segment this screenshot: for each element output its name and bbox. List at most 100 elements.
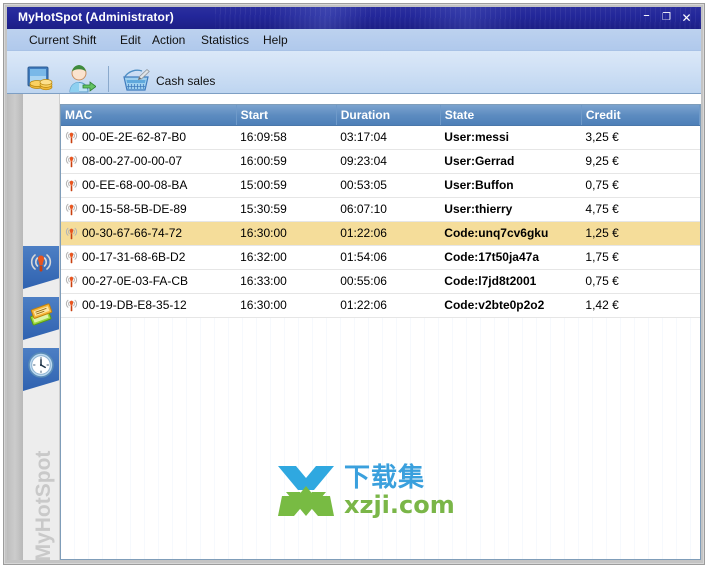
- table-header-row: MAC Start Duration State Credit: [61, 105, 700, 126]
- window-title: MyHotSpot (Administrator): [18, 10, 174, 24]
- wifi-antenna-icon: [65, 203, 78, 215]
- menu-item-current-shift[interactable]: Current Shift: [26, 32, 99, 48]
- toolbar: [7, 51, 701, 94]
- cell-duration: 00:53:05: [336, 173, 441, 198]
- application-window: MyHotSpot (Administrator) – ❐ ✕ Current …: [3, 3, 705, 565]
- shopping-basket-icon[interactable]: [122, 68, 150, 92]
- wifi-antenna-icon: [65, 251, 78, 263]
- cell-duration: 06:07:10: [336, 197, 441, 222]
- cell-mac: 00-17-31-68-6B-D2: [61, 245, 237, 270]
- close-button[interactable]: ✕: [679, 11, 694, 25]
- cell-start: 15:00:59: [236, 173, 337, 198]
- cell-state: Code:v2bte0p2o2: [440, 293, 582, 318]
- menu-item-edit[interactable]: Edit: [117, 32, 144, 48]
- cell-start: 16:32:00: [236, 245, 337, 270]
- table-row[interactable]: 00-19-DB-E8-35-12 16:30:00 01:22:06 Code…: [61, 293, 700, 318]
- cell-credit: 9,25 €: [581, 149, 700, 174]
- cell-start: 16:33:00: [236, 269, 337, 294]
- column-header-state[interactable]: State: [440, 105, 582, 126]
- tickets-icon: [30, 303, 53, 326]
- cell-state: Code:l7jd8t2001: [440, 269, 582, 294]
- table-row[interactable]: 00-27-0E-03-FA-CB 16:33:00 00:55:06 Code…: [61, 269, 700, 294]
- clock-icon: [28, 352, 54, 378]
- state-text: User:Gerrad: [444, 154, 515, 168]
- cell-duration: 03:17:04: [336, 125, 441, 150]
- cell-state: Code:17t50ja47a: [440, 245, 582, 270]
- cell-credit: 0,75 €: [581, 269, 700, 294]
- column-header-start[interactable]: Start: [236, 105, 337, 126]
- wifi-antenna-icon: [65, 275, 78, 287]
- column-header-duration[interactable]: Duration: [336, 105, 441, 126]
- table-row[interactable]: 08-00-27-00-00-07 16:00:59 09:23:04 User…: [61, 149, 700, 174]
- cash-sales-label[interactable]: Cash sales: [156, 74, 215, 88]
- sidebar-item-hotspot[interactable]: [23, 246, 59, 289]
- cell-credit: 3,25 €: [581, 125, 700, 150]
- title-bar[interactable]: MyHotSpot (Administrator) – ❐ ✕: [7, 7, 701, 29]
- cell-duration: 01:22:06: [336, 221, 441, 246]
- cell-mac: 00-15-58-5B-DE-89: [61, 197, 237, 222]
- table-row[interactable]: 00-17-31-68-6B-D2 16:32:00 01:54:06 Code…: [61, 245, 700, 270]
- column-header-mac[interactable]: MAC: [61, 105, 237, 126]
- mac-address-text: 08-00-27-00-00-07: [82, 154, 183, 168]
- state-text: Code:unq7cv6gku: [444, 226, 549, 240]
- cell-mac: 00-30-67-66-74-72: [61, 221, 237, 246]
- cell-credit: 1,42 €: [581, 293, 700, 318]
- cell-start: 16:30:00: [236, 293, 337, 318]
- money-coins-icon[interactable]: [27, 66, 57, 92]
- watermark-cn-text: 下载集: [344, 463, 426, 493]
- state-text: Code:l7jd8t2001: [444, 274, 537, 288]
- sidebar-brand-label: MyHotSpot: [32, 450, 55, 560]
- cell-state: User:Gerrad: [440, 149, 582, 174]
- menu-bar: Current Shift Edit Action Statistics Hel…: [7, 29, 701, 51]
- cell-mac: 00-EE-68-00-08-BA: [61, 173, 237, 198]
- toolbar-separator: [108, 66, 109, 92]
- cell-state: Code:unq7cv6gku: [440, 221, 582, 246]
- sessions-table-body: 00-0E-2E-62-87-B0 16:09:58 03:17:04 User…: [61, 125, 700, 318]
- user-add-icon[interactable]: [66, 65, 96, 93]
- sidebar-item-tickets[interactable]: [23, 297, 59, 340]
- wifi-antenna-icon: [65, 179, 78, 191]
- cell-credit: 1,75 €: [581, 245, 700, 270]
- cell-credit: 4,75 €: [581, 197, 700, 222]
- sessions-table: MAC Start Duration State Credit 00-0E-2E…: [61, 105, 700, 318]
- maximize-button[interactable]: ❐: [659, 11, 674, 25]
- sidebar-item-history[interactable]: [23, 348, 59, 391]
- cell-state: User:Buffon: [440, 173, 582, 198]
- cell-credit: 0,75 €: [581, 173, 700, 198]
- mac-address-text: 00-0E-2E-62-87-B0: [82, 130, 187, 144]
- sessions-panel: MAC Start Duration State Credit 00-0E-2E…: [60, 104, 701, 560]
- cell-mac: 00-27-0E-03-FA-CB: [61, 269, 237, 294]
- watermark-url-text: xzji.com: [344, 491, 455, 519]
- mac-address-text: 00-30-67-66-74-72: [82, 226, 183, 240]
- menu-item-action[interactable]: Action: [149, 32, 188, 48]
- cell-mac: 08-00-27-00-00-07: [61, 149, 237, 174]
- sidebar-nav: MyHotSpot: [23, 94, 60, 560]
- table-row[interactable]: 00-30-67-66-74-72 16:30:00 01:22:06 Code…: [61, 221, 700, 246]
- menu-item-help[interactable]: Help: [260, 32, 291, 48]
- mac-address-text: 00-27-0E-03-FA-CB: [82, 274, 189, 288]
- cell-state: User:messi: [440, 125, 582, 150]
- state-text: User:Buffon: [444, 178, 514, 192]
- mac-address-text: 00-17-31-68-6B-D2: [82, 250, 186, 264]
- minimize-button[interactable]: –: [639, 9, 654, 25]
- table-row[interactable]: 00-15-58-5B-DE-89 15:30:59 06:07:10 User…: [61, 197, 700, 222]
- watermark: 下载集 xzji.com: [276, 460, 455, 522]
- state-text: User:thierry: [444, 202, 513, 216]
- wifi-antenna-icon: [30, 254, 52, 272]
- table-row[interactable]: 00-0E-2E-62-87-B0 16:09:58 03:17:04 User…: [61, 125, 700, 150]
- column-header-credit[interactable]: Credit: [581, 105, 700, 126]
- wifi-antenna-icon: [65, 131, 78, 143]
- mac-address-text: 00-19-DB-E8-35-12: [82, 298, 187, 312]
- cell-duration: 09:23:04: [336, 149, 441, 174]
- cell-duration: 01:22:06: [336, 293, 441, 318]
- state-text: User:messi: [444, 130, 509, 144]
- cell-credit: 1,25 €: [581, 221, 700, 246]
- wifi-antenna-icon: [65, 155, 78, 167]
- menu-item-statistics[interactable]: Statistics: [198, 32, 252, 48]
- table-row[interactable]: 00-EE-68-00-08-BA 15:00:59 00:53:05 User…: [61, 173, 700, 198]
- cell-mac: 00-0E-2E-62-87-B0: [61, 125, 237, 150]
- cell-start: 16:09:58: [236, 125, 337, 150]
- window-left-gutter: [7, 94, 23, 560]
- state-text: Code:17t50ja47a: [444, 250, 539, 264]
- cell-start: 16:00:59: [236, 149, 337, 174]
